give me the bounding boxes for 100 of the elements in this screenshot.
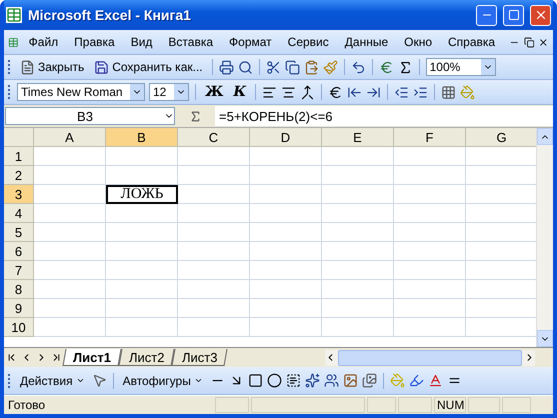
table-cell[interactable] (106, 166, 178, 185)
select-all-corner[interactable] (4, 128, 34, 147)
column-header[interactable]: C (178, 128, 250, 147)
table-cell[interactable] (34, 242, 106, 261)
merge-center-icon[interactable] (300, 84, 316, 100)
table-cell[interactable] (394, 280, 466, 299)
bold-button[interactable]: Ж (202, 84, 226, 100)
table-cell[interactable] (394, 147, 466, 166)
table-cell[interactable] (250, 223, 322, 242)
sheet-tab[interactable]: Лист3 (172, 349, 228, 366)
print-icon[interactable] (218, 60, 234, 74)
sheet-tab[interactable]: Лист2 (118, 349, 175, 366)
row-header[interactable]: 7 (4, 261, 34, 280)
print-preview-icon[interactable] (238, 60, 253, 74)
table-cell[interactable] (250, 204, 322, 223)
column-header[interactable]: G (466, 128, 536, 147)
rectangle-icon[interactable] (248, 373, 263, 388)
menu-item[interactable]: Файл (22, 33, 64, 51)
table-cell[interactable] (322, 223, 394, 242)
table-cell[interactable] (34, 223, 106, 242)
table-cell[interactable] (394, 299, 466, 318)
row-header[interactable]: 6 (4, 242, 34, 261)
align-left-icon[interactable] (262, 84, 278, 100)
row-header[interactable]: 3 (4, 185, 34, 204)
table-cell[interactable] (34, 204, 106, 223)
font-field[interactable]: Times New Roman (17, 83, 145, 101)
scroll-up-button[interactable] (537, 128, 553, 145)
paste-icon[interactable] (304, 60, 319, 74)
table-cell[interactable] (178, 280, 250, 299)
cut-icon[interactable] (266, 60, 281, 74)
column-header[interactable]: A (34, 128, 106, 147)
actions-menu-button[interactable]: Действия (17, 372, 88, 390)
euro-icon[interactable] (328, 84, 344, 100)
table-cell[interactable] (178, 185, 250, 204)
column-header[interactable]: E (322, 128, 394, 147)
table-cell[interactable] (34, 185, 106, 204)
menu-item[interactable]: Правка (68, 33, 121, 51)
font-size-field[interactable]: 12 (149, 83, 189, 101)
table-cell[interactable] (106, 299, 178, 318)
table-cell[interactable] (178, 147, 250, 166)
table-cell[interactable] (322, 242, 394, 261)
table-cell[interactable] (106, 147, 178, 166)
table-cell[interactable] (34, 261, 106, 280)
formula-field[interactable]: =5+КОРЕНЬ(2)<=6 (215, 106, 553, 126)
autoshapes-menu-button[interactable]: Автофигуры (120, 372, 206, 390)
line-color-icon[interactable] (408, 373, 424, 388)
table-cell[interactable] (34, 280, 106, 299)
decrease-indent-icon[interactable] (394, 84, 410, 100)
table-cell[interactable] (106, 223, 178, 242)
menu-item[interactable]: Вид (124, 33, 158, 51)
table-cell[interactable] (178, 261, 250, 280)
row-header[interactable]: 9 (4, 299, 34, 318)
table-cell[interactable] (34, 166, 106, 185)
minimize-button[interactable] (476, 4, 497, 26)
table-cell[interactable] (250, 261, 322, 280)
table-cell[interactable] (394, 261, 466, 280)
menu-item[interactable]: Сервис (282, 33, 335, 51)
row-header[interactable]: 2 (4, 166, 34, 185)
fill-color-icon[interactable] (390, 373, 405, 388)
table-cell[interactable] (178, 166, 250, 185)
menu-item[interactable]: Справка (442, 33, 502, 51)
table-cell[interactable] (250, 318, 322, 337)
table-cell[interactable] (322, 318, 394, 337)
table-cell[interactable] (394, 185, 466, 204)
table-cell[interactable] (250, 242, 322, 261)
borders-icon[interactable] (441, 84, 456, 100)
column-header[interactable]: B (106, 128, 178, 147)
increase-indent-icon[interactable] (413, 84, 428, 100)
table-cell[interactable] (106, 204, 178, 223)
copy-icon[interactable] (284, 60, 300, 74)
row-header[interactable]: 1 (4, 147, 34, 166)
format-painter-icon[interactable] (322, 60, 338, 74)
undo-icon[interactable] (350, 60, 366, 74)
text-box-icon[interactable] (286, 373, 301, 388)
table-cell[interactable] (178, 242, 250, 261)
italic-button[interactable]: К (230, 84, 250, 100)
table-cell[interactable] (178, 204, 250, 223)
table-cell[interactable] (322, 147, 394, 166)
close-button[interactable] (530, 4, 551, 26)
table-cell[interactable] (106, 261, 178, 280)
font-color-icon[interactable] (428, 373, 443, 388)
table-cell[interactable] (178, 223, 250, 242)
sheet-tab[interactable]: Лист1 (62, 349, 122, 366)
table-cell[interactable] (394, 166, 466, 185)
name-box[interactable]: B3 (5, 107, 175, 125)
row-header[interactable]: 5 (4, 223, 34, 242)
table-cell[interactable] (106, 318, 178, 337)
table-cell[interactable] (250, 147, 322, 166)
table-cell[interactable] (250, 299, 322, 318)
table-cell[interactable] (394, 223, 466, 242)
scroll-down-button[interactable] (537, 330, 553, 347)
active-cell[interactable]: ЛОЖЬ (106, 185, 178, 204)
save-as-button[interactable]: Сохранить как... (91, 58, 206, 76)
table-cell[interactable] (34, 147, 106, 166)
pointer-icon[interactable] (92, 373, 107, 388)
fill-color-icon[interactable] (460, 84, 476, 100)
row-header[interactable]: 8 (4, 280, 34, 299)
table-cell[interactable] (322, 166, 394, 185)
table-cell[interactable] (34, 318, 106, 337)
menu-item[interactable]: Вставка (162, 33, 220, 51)
